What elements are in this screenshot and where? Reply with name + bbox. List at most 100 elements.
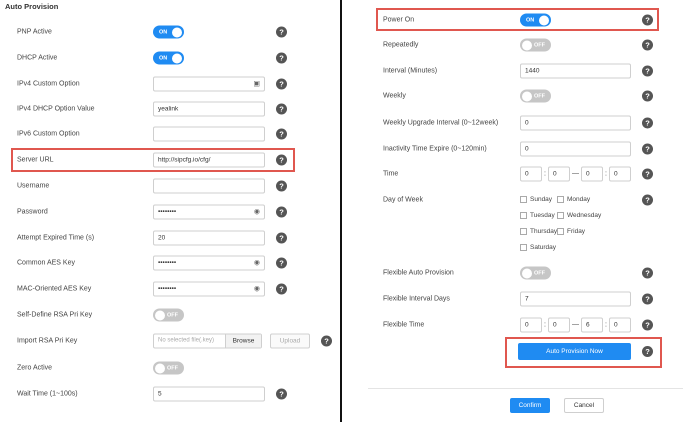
checkbox-wednesday[interactable]: Wednesday: [557, 212, 601, 219]
section-title: Auto Provision: [5, 2, 59, 11]
self-define-rsa-toggle[interactable]: OFF: [153, 308, 184, 322]
flexible-start-hour[interactable]: 0: [520, 317, 542, 333]
help-icon[interactable]: ?: [276, 52, 287, 64]
checkbox-thursday[interactable]: Thursday: [520, 228, 557, 235]
server-url-label: Server URL: [17, 156, 54, 164]
interval-label: Interval (Minutes): [383, 67, 438, 75]
pnp-active-label: PNP Active: [17, 28, 52, 36]
checkbox-tuesday[interactable]: Tuesday: [520, 212, 555, 219]
dhcp-active-toggle[interactable]: ON: [153, 51, 184, 65]
ipv4-dhcp-option-value-input[interactable]: yealink: [153, 101, 265, 117]
file-placeholder: No selected file(.key): [158, 337, 215, 344]
inactivity-time-expire-input[interactable]: 0: [520, 141, 631, 157]
checkbox-monday[interactable]: Monday: [557, 196, 590, 203]
interval-row: Interval (Minutes) 1440 ?: [343, 61, 688, 81]
help-icon[interactable]: ?: [642, 293, 653, 305]
help-icon[interactable]: ?: [642, 194, 653, 206]
day-of-week-row: Day of Week ?: [343, 190, 688, 210]
browse-button[interactable]: Browse: [225, 334, 261, 348]
help-icon[interactable]: ?: [276, 26, 287, 38]
calendar-icon[interactable]: ▣: [253, 78, 260, 91]
day-of-week-label: Day of Week: [383, 196, 423, 204]
time-end-minute[interactable]: 0: [609, 166, 631, 182]
server-url-input[interactable]: http://sipcfg.io/cfg/: [153, 152, 265, 168]
help-icon[interactable]: ?: [276, 206, 287, 218]
ipv6-custom-option-label: IPv6 Custom Option: [17, 130, 80, 138]
inactivity-time-expire-label: Inactivity Time Expire (0~120min): [383, 145, 487, 153]
pnp-active-toggle[interactable]: ON: [153, 25, 184, 39]
flexible-start-minute[interactable]: 0: [548, 317, 570, 333]
ipv6-custom-option-input[interactable]: [153, 126, 265, 142]
common-aes-key-row: Common AES Key •••••••• ◉ ?: [0, 253, 340, 273]
repeatedly-toggle[interactable]: OFF: [520, 38, 551, 52]
help-icon[interactable]: ?: [276, 180, 287, 192]
ipv4-custom-option-label: IPv4 Custom Option: [17, 80, 80, 88]
wait-time-input[interactable]: 5: [153, 386, 265, 402]
wait-time-label: Wait Time (1~100s): [17, 390, 78, 398]
server-url-row: Server URL http://sipcfg.io/cfg/ ?: [0, 150, 340, 170]
mac-oriented-aes-key-input[interactable]: •••••••• ◉: [153, 281, 265, 297]
help-icon[interactable]: ?: [276, 388, 287, 400]
zero-active-label: Zero Active: [17, 364, 53, 372]
time-separator: :: [544, 321, 546, 329]
file-picker[interactable]: No selected file(.key) Browse: [153, 333, 262, 349]
checkbox-saturday[interactable]: Saturday: [520, 244, 556, 251]
time-separator: :: [544, 170, 546, 178]
help-icon[interactable]: ?: [276, 232, 287, 244]
help-icon[interactable]: ?: [642, 168, 653, 180]
cancel-button[interactable]: Cancel: [564, 398, 604, 413]
checkbox-sunday[interactable]: Sunday: [520, 196, 552, 203]
help-icon[interactable]: ?: [642, 90, 653, 102]
flexible-interval-days-row: Flexible Interval Days 7 ?: [343, 289, 688, 309]
inactivity-time-expire-row: Inactivity Time Expire (0~120min) 0 ?: [343, 139, 688, 159]
flexible-end-minute[interactable]: 0: [609, 317, 631, 333]
help-icon[interactable]: ?: [642, 14, 653, 26]
help-icon[interactable]: ?: [276, 283, 287, 295]
weekly-upgrade-interval-row: Weekly Upgrade Interval (0~12week) 0 ?: [343, 113, 688, 133]
power-on-toggle[interactable]: ON: [520, 13, 551, 27]
help-icon[interactable]: ?: [642, 267, 653, 279]
interval-input[interactable]: 1440: [520, 63, 631, 79]
password-row: Password •••••••• ◉ ?: [0, 202, 340, 222]
left-settings-panel: Auto Provision PNP Active ON ? DHCP Acti…: [0, 0, 340, 422]
help-icon[interactable]: ?: [276, 128, 287, 140]
help-icon[interactable]: ?: [642, 143, 653, 155]
help-icon[interactable]: ?: [276, 78, 287, 90]
auto-provision-now-button[interactable]: Auto Provision Now: [518, 343, 631, 360]
flexible-auto-provision-toggle[interactable]: OFF: [520, 266, 551, 280]
help-icon[interactable]: ?: [642, 346, 653, 357]
help-icon[interactable]: ?: [642, 39, 653, 51]
zero-active-toggle[interactable]: OFF: [153, 361, 184, 375]
self-define-rsa-row: Self-Define RSA Pri Key OFF: [0, 305, 340, 325]
flexible-interval-days-input[interactable]: 7: [520, 291, 631, 307]
time-end-hour[interactable]: 0: [581, 166, 603, 182]
username-input[interactable]: [153, 178, 265, 194]
confirm-button[interactable]: Confirm: [510, 398, 550, 413]
time-start-minute[interactable]: 0: [548, 166, 570, 182]
repeatedly-row: Repeatedly OFF ?: [343, 35, 688, 55]
eye-icon[interactable]: ◉: [254, 257, 260, 270]
checkbox-friday[interactable]: Friday: [557, 228, 585, 235]
common-aes-key-input[interactable]: •••••••• ◉: [153, 255, 265, 271]
ipv4-custom-option-input[interactable]: ▣: [153, 76, 265, 92]
help-icon[interactable]: ?: [276, 103, 287, 115]
right-settings-panel: Power On ON ? Repeatedly OFF ? Interval …: [343, 0, 688, 422]
help-icon[interactable]: ?: [642, 319, 653, 331]
flexible-time-row: Flexible Time 0 : 0 — 6 : 0 ?: [343, 315, 688, 335]
password-input[interactable]: •••••••• ◉: [153, 204, 265, 220]
weekly-toggle[interactable]: OFF: [520, 89, 551, 103]
eye-icon[interactable]: ◉: [254, 206, 260, 219]
upload-button[interactable]: Upload: [270, 333, 310, 349]
help-icon[interactable]: ?: [276, 257, 287, 269]
eye-icon[interactable]: ◉: [254, 283, 260, 296]
help-icon[interactable]: ?: [642, 117, 653, 129]
weekly-upgrade-interval-input[interactable]: 0: [520, 115, 631, 131]
help-icon[interactable]: ?: [321, 335, 332, 347]
flexible-end-hour[interactable]: 6: [581, 317, 603, 333]
attempt-expired-time-row: Attempt Expired Time (s) 20 ?: [0, 228, 340, 248]
help-icon[interactable]: ?: [642, 65, 653, 77]
attempt-expired-time-label: Attempt Expired Time (s): [17, 234, 95, 242]
time-start-hour[interactable]: 0: [520, 166, 542, 182]
help-icon[interactable]: ?: [276, 154, 287, 166]
attempt-expired-time-input[interactable]: 20: [153, 230, 265, 246]
